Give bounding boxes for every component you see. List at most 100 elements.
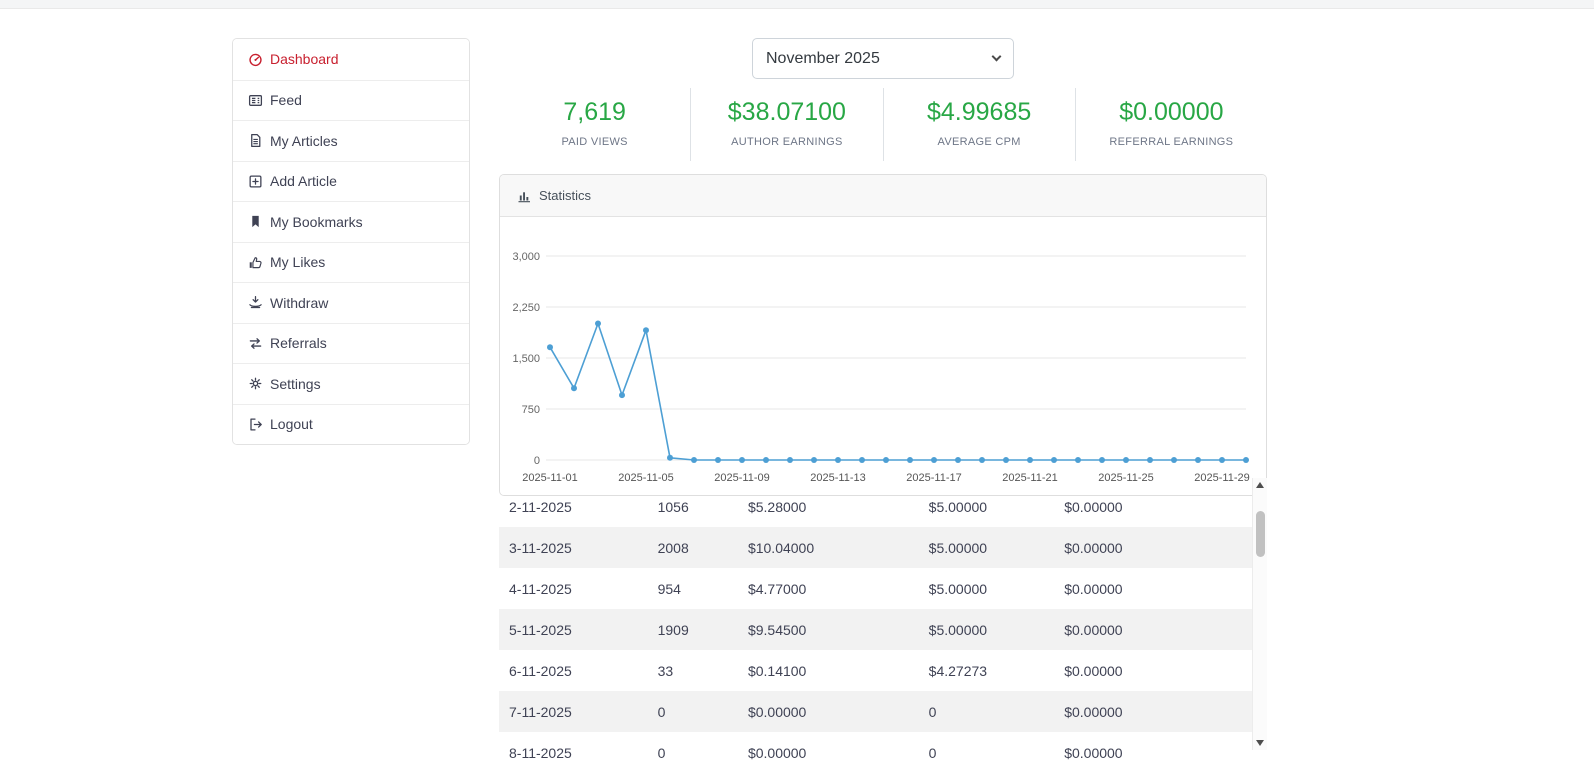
bar-chart-icon [517,189,531,203]
chart-point [1003,457,1009,463]
stat-label: AVERAGE CPM [884,136,1075,148]
table-cell: $0.00000 [1056,568,1252,609]
table-cell: 4-11-2025 [499,568,650,609]
chart-point [979,457,985,463]
table-cell: 8-11-2025 [499,732,650,768]
withdraw-icon [248,295,263,310]
sidebar-item-label: My Articles [270,133,338,149]
sidebar-item-add-article[interactable]: Add Article [233,161,469,202]
daily-stats-table-wrap: 2-11-20251056$5.28000$5.00000$0.000003-1… [499,496,1252,768]
settings-icon [248,376,263,391]
stat-label: PAID VIEWS [499,136,690,148]
table-cell: $4.77000 [740,568,921,609]
stats-summary-row: 7,619PAID VIEWS$38.07100AUTHOR EARNINGS$… [499,88,1267,161]
stat-average-cpm: $4.99685AVERAGE CPM [883,88,1075,161]
table-row: 7-11-20250$0.000000$0.00000 [499,691,1252,732]
stat-label: AUTHOR EARNINGS [691,136,882,148]
sidebar-nav: Dashboard Feed My Articles Add Article My Bo… [232,38,470,445]
sidebar-item-logout[interactable]: Logout [233,404,469,445]
table-cell: 1056 [650,496,740,527]
x-tick-label: 2025-11-21 [1002,472,1057,484]
stat-referral-earnings: $0.00000REFERRAL EARNINGS [1075,88,1267,161]
table-cell: 33 [650,650,740,691]
y-tick-label: 2,250 [512,302,540,314]
scrollbar-down-arrow[interactable] [1253,736,1267,750]
statistics-card-header: Statistics [500,175,1266,217]
triangle-up-icon [1256,482,1264,488]
table-cell: $5.28000 [740,496,921,527]
x-tick-label: 2025-11-29 [1194,472,1249,484]
logout-icon [248,417,263,432]
table-cell: $0.00000 [1056,496,1252,527]
daily-stats-table: 2-11-20251056$5.28000$5.00000$0.000003-1… [499,496,1252,768]
table-cell: 5-11-2025 [499,609,650,650]
sidebar-item-label: My Bookmarks [270,214,363,230]
chart-point [907,457,913,463]
bookmark-icon [248,214,263,229]
chart-point [811,457,817,463]
sidebar-item-withdraw[interactable]: Withdraw [233,282,469,323]
table-cell: $0.00000 [1056,650,1252,691]
views-line-chart: 07501,5002,2503,0002025-11-012025-11-052… [500,217,1266,495]
triangle-down-icon [1256,740,1264,746]
y-tick-label: 3,000 [512,251,540,263]
sidebar-item-referrals[interactable]: Referrals [233,323,469,364]
chart-point [1075,457,1081,463]
table-cell: 7-11-2025 [499,691,650,732]
y-tick-label: 750 [522,404,540,416]
sidebar-item-dashboard[interactable]: Dashboard [233,39,469,80]
sidebar-item-label: Referrals [270,335,327,351]
statistics-chart-area: 07501,5002,2503,0002025-11-012025-11-052… [500,217,1266,495]
sidebar-item-label: Withdraw [270,295,328,311]
table-cell: $0.00000 [740,691,921,732]
scrollbar-thumb[interactable] [1256,511,1265,557]
table-cell: $5.00000 [921,527,1057,568]
table-cell: $5.00000 [921,609,1057,650]
scrollbar-up-arrow[interactable] [1253,478,1267,492]
table-cell: $10.04000 [740,527,921,568]
sidebar-item-settings[interactable]: Settings [233,363,469,404]
chart-point [619,392,625,398]
chart-point [1051,457,1057,463]
table-row: 4-11-2025954$4.77000$5.00000$0.00000 [499,568,1252,609]
chart-point [667,455,673,461]
x-tick-label: 2025-11-25 [1098,472,1153,484]
chart-point [1123,457,1129,463]
sidebar-item-feed[interactable]: Feed [233,80,469,121]
y-tick-label: 1,500 [512,353,540,365]
stat-label: REFERRAL EARNINGS [1076,136,1267,148]
x-tick-label: 2025-11-09 [714,472,769,484]
month-select[interactable]: November 2025 [752,38,1014,79]
bar-chart-icon [517,189,531,203]
table-scrollbar[interactable] [1252,478,1267,750]
chart-point [691,457,697,463]
sidebar-item-label: My Likes [270,254,325,270]
stat-value: 7,619 [499,98,690,127]
x-tick-label: 2025-11-13 [810,472,865,484]
sidebar-item-my-articles[interactable]: My Articles [233,120,469,161]
statistics-card: Statistics 07501,5002,2503,0002025-11-01… [499,174,1267,496]
tachometer-icon [248,52,263,67]
chart-point [1243,457,1249,463]
stat-paid-views: 7,619 PAID VIEWS [499,88,690,161]
sidebar-item-label: Feed [270,92,302,108]
table-row: 3-11-20252008$10.04000$5.00000$0.00000 [499,527,1252,568]
chart-point [643,327,649,333]
x-tick-label: 2025-11-05 [618,472,673,484]
table-cell: $9.54500 [740,609,921,650]
chart-point [1195,457,1201,463]
sidebar-item-my-bookmarks[interactable]: My Bookmarks [233,201,469,242]
chart-point [787,457,793,463]
chart-point [1099,457,1105,463]
sidebar-item-my-likes[interactable]: My Likes [233,242,469,283]
stat-author-earnings: $38.07100AUTHOR EARNINGS [690,88,882,161]
month-select-wrap: November 2025 [752,38,1014,79]
table-cell: $0.00000 [1056,732,1252,768]
table-row: 6-11-202533$0.14100$4.27273$0.00000 [499,650,1252,691]
thumbs-up-icon [248,255,263,270]
table-cell: 0 [650,732,740,768]
sidebar-item-label: Settings [270,376,321,392]
table-cell: $0.00000 [1056,691,1252,732]
table-cell: 6-11-2025 [499,650,650,691]
table-cell: $5.00000 [921,496,1057,527]
